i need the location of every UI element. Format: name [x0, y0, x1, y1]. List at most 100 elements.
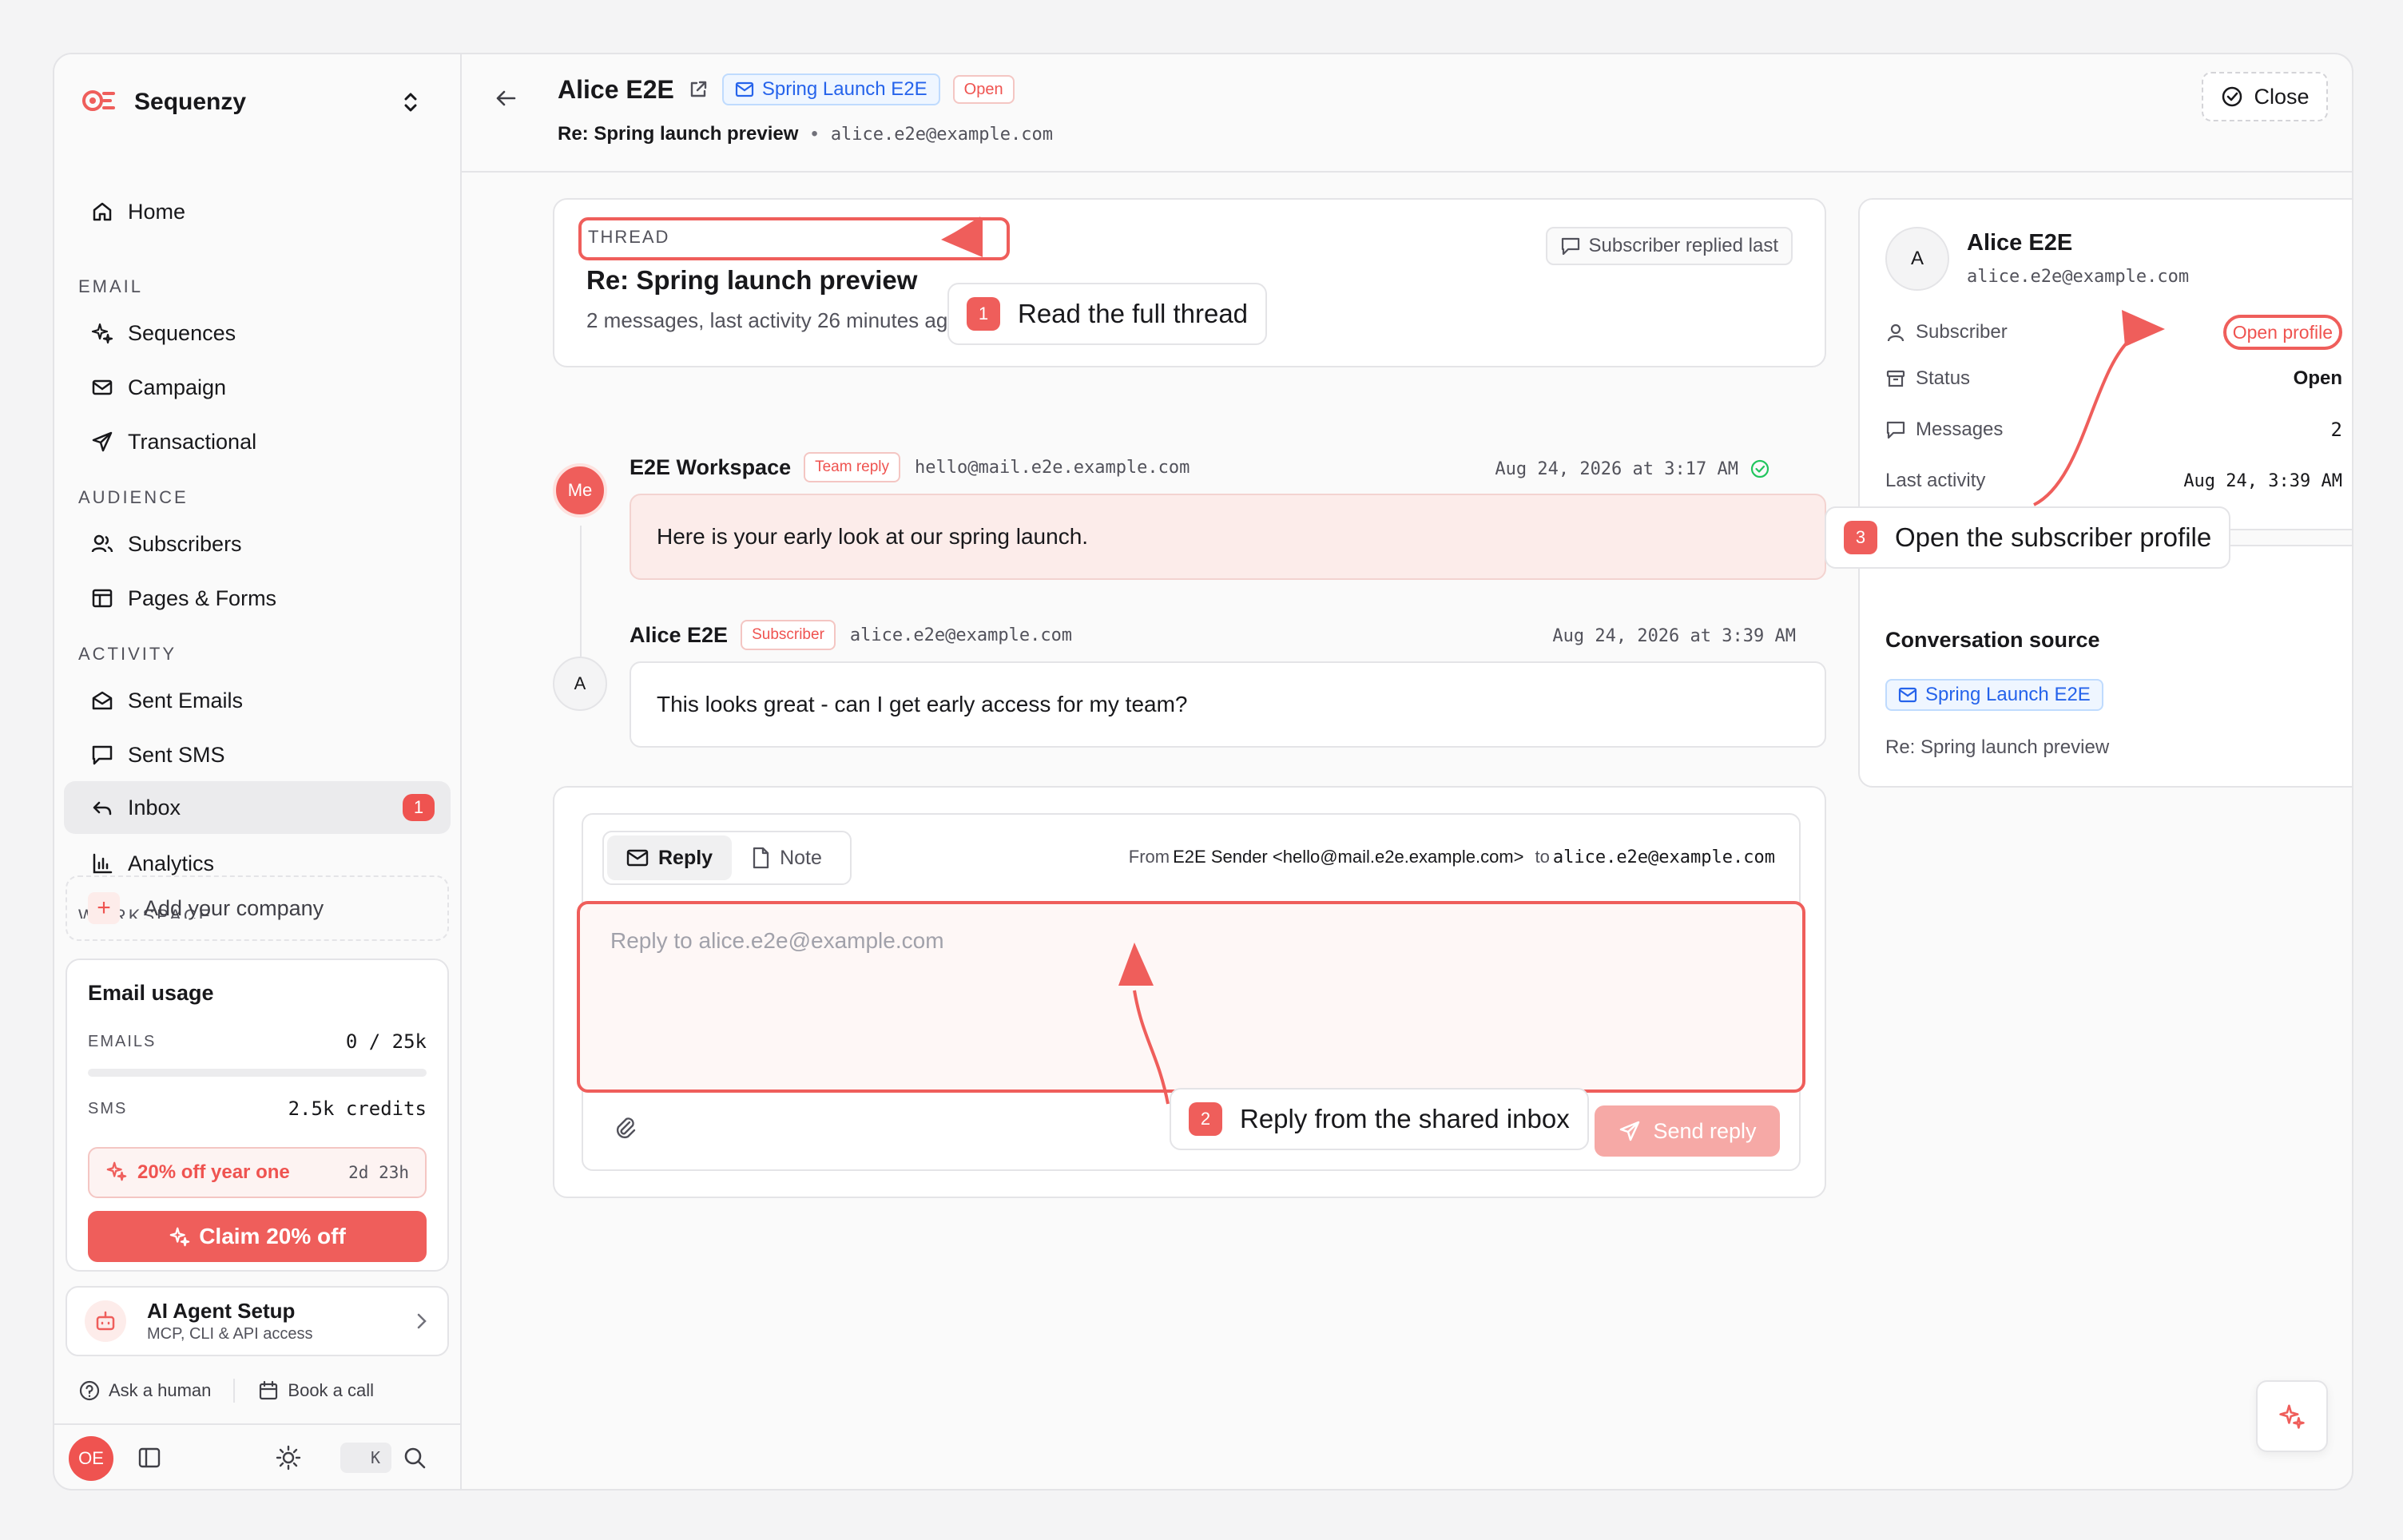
profile-row-messages: Messages 2: [1885, 419, 2342, 441]
command-k-shortcut[interactable]: K: [340, 1443, 391, 1473]
sidebar-item-label: Inbox: [128, 795, 181, 820]
message-time-row: Aug 24, 2026 at 3:17 AM: [1495, 458, 1770, 479]
claim-label: Claim 20% off: [199, 1224, 346, 1248]
profile-row-last-activity: Last activity Aug 24, 3:39 AM: [1885, 470, 2342, 492]
brand-name: Sequenzy: [134, 89, 247, 115]
archive-icon: [1885, 368, 1906, 389]
usage-sms-label: SMS: [88, 1099, 128, 1117]
subscriber-profile-card: A Alice E2E alice.e2e@example.com Subscr…: [1858, 198, 2352, 530]
section-label-audience: AUDIENCE: [78, 487, 189, 507]
sparkles-icon: [2278, 1402, 2306, 1431]
sun-icon[interactable]: [275, 1444, 302, 1471]
mail-icon: [626, 849, 649, 867]
tab-note-label: Note: [780, 846, 822, 869]
tab-note[interactable]: Note: [732, 835, 841, 880]
reply-placeholder: Reply to alice.e2e@example.com: [610, 928, 944, 953]
avatar: A: [1885, 227, 1949, 291]
send-icon: [89, 429, 115, 454]
close-conversation-button[interactable]: Close: [2202, 72, 2328, 121]
mail-icon: [1898, 687, 1917, 703]
thread-meta: 2 messages, last activity 26 minutes ago: [586, 308, 959, 332]
message-header: Alice E2E Subscriber alice.e2e@example.c…: [630, 620, 1072, 650]
sidebar-toggle-icon[interactable]: [136, 1444, 163, 1471]
usage-title: Email usage: [88, 981, 214, 1005]
sidebar-item-label: Pages & Forms: [128, 585, 277, 610]
avatar: A: [553, 657, 607, 711]
agent-text: AI Agent Setup MCP, CLI & API access: [147, 1299, 313, 1344]
sidebar-item-campaign[interactable]: Campaign: [64, 361, 451, 414]
message-sender-email: alice.e2e@example.com: [849, 625, 1073, 645]
workspace-switcher[interactable]: Sequenzy: [81, 78, 433, 126]
last-activity-label: Last activity: [1885, 470, 1986, 491]
check-circle-icon: [2220, 85, 2244, 109]
open-profile-link[interactable]: Open profile: [2222, 315, 2342, 350]
replied-last-chip: Subscriber replied last: [1545, 227, 1793, 265]
help-circle-icon: [78, 1379, 101, 1402]
usage-emails-value: 0 / 25k: [345, 1030, 427, 1053]
sequenzy-logo-icon: [81, 88, 118, 117]
promo-banner[interactable]: 20% off year one 2d 23h: [88, 1147, 427, 1198]
email-usage-card: Email usage EMAILS 0 / 25k SMS 2.5k cred…: [66, 959, 449, 1272]
search-icon[interactable]: [401, 1444, 428, 1471]
callout-number: 1: [967, 297, 1000, 331]
messages-value: 2: [2330, 419, 2342, 441]
callout-text: Open the subscriber profile: [1895, 522, 2212, 552]
sidebar-item-label: Home: [128, 199, 186, 224]
ask-human-link[interactable]: Ask a human: [78, 1379, 211, 1402]
sidebar-item-sent-sms[interactable]: Sent SMS: [64, 728, 451, 781]
promo-text: 20% off year one: [137, 1161, 290, 1183]
message-time: Aug 24, 2026 at 3:17 AM: [1495, 458, 1738, 479]
add-company-button[interactable]: + Add your company: [66, 875, 449, 941]
callout-3: 3 Open the subscriber profile: [1825, 506, 2231, 569]
file-icon: [751, 847, 770, 869]
ai-assistant-button[interactable]: [2256, 1380, 2328, 1452]
back-arrow-icon[interactable]: [492, 85, 519, 112]
sidebar-item-inbox[interactable]: Inbox 1: [64, 781, 451, 834]
mail-open-icon: [89, 688, 115, 713]
usage-sms-value: 2.5k credits: [288, 1097, 427, 1120]
message-sender-email: hello@mail.e2e.example.com: [915, 457, 1190, 478]
home-icon: [89, 199, 115, 224]
reply-textarea[interactable]: Reply to alice.e2e@example.com: [577, 901, 1805, 1093]
tab-reply[interactable]: Reply: [607, 835, 733, 880]
user-icon: [1885, 322, 1906, 343]
subscriber-label: Subscriber: [1916, 321, 2008, 343]
to-value: alice.e2e@example.com: [1552, 847, 1775, 867]
callout-2: 2 Reply from the shared inbox: [1170, 1088, 1589, 1150]
conversation-subtitle: Re: Spring launch preview • alice.e2e@ex…: [558, 123, 1053, 145]
claim-discount-button[interactable]: Claim 20% off: [88, 1211, 427, 1262]
usage-emails-row: EMAILS 0 / 25k: [88, 1030, 427, 1053]
last-activity-value: Aug 24, 3:39 AM: [2183, 470, 2342, 491]
send-icon: [1618, 1119, 1642, 1143]
callout-1: 1 Read the full thread: [947, 283, 1268, 345]
message-square-icon: [89, 742, 115, 768]
usage-emails-bar: [88, 1069, 427, 1077]
source-subject: Re: Spring launch preview: [1885, 736, 2110, 758]
sidebar-item-sequences[interactable]: Sequences: [64, 307, 451, 359]
callout-text: Reply from the shared inbox: [1240, 1104, 1570, 1133]
profile-email: alice.e2e@example.com: [1967, 267, 2190, 287]
sidebar-item-subscribers[interactable]: Subscribers: [64, 518, 451, 570]
book-call-link[interactable]: Book a call: [257, 1379, 374, 1402]
sidebar-item-label: Sequences: [128, 320, 236, 345]
section-label-activity: ACTIVITY: [78, 644, 177, 664]
ai-agent-setup-card[interactable]: AI Agent Setup MCP, CLI & API access: [66, 1286, 449, 1356]
main-panel: Alice E2E Spring Launch E2E Open Re: Spr…: [462, 54, 2352, 1489]
source-campaign-label: Spring Launch E2E: [1925, 684, 2091, 705]
conversation-subject: Re: Spring launch preview: [558, 123, 799, 145]
send-reply-button[interactable]: Send reply: [1595, 1105, 1780, 1157]
help-row: Ask a human Book a call: [78, 1379, 374, 1403]
sidebar-item-label: Transactional: [128, 429, 257, 454]
source-campaign-chip[interactable]: Spring Launch E2E: [1885, 679, 2103, 711]
sidebar-item-pages-forms[interactable]: Pages & Forms: [64, 572, 451, 625]
callout-number: 3: [1844, 521, 1877, 554]
sidebar-item-transactional[interactable]: Transactional: [64, 415, 451, 468]
status-label: Status: [1916, 367, 1971, 389]
campaign-chip[interactable]: Spring Launch E2E: [721, 73, 940, 105]
sidebar-item-sent-emails[interactable]: Sent Emails: [64, 674, 451, 727]
dot-separator: •: [811, 123, 818, 145]
user-avatar[interactable]: OE: [69, 1436, 113, 1481]
paperclip-icon[interactable]: [612, 1114, 639, 1145]
sidebar-item-home[interactable]: Home: [64, 185, 451, 238]
external-link-icon[interactable]: [687, 78, 709, 101]
